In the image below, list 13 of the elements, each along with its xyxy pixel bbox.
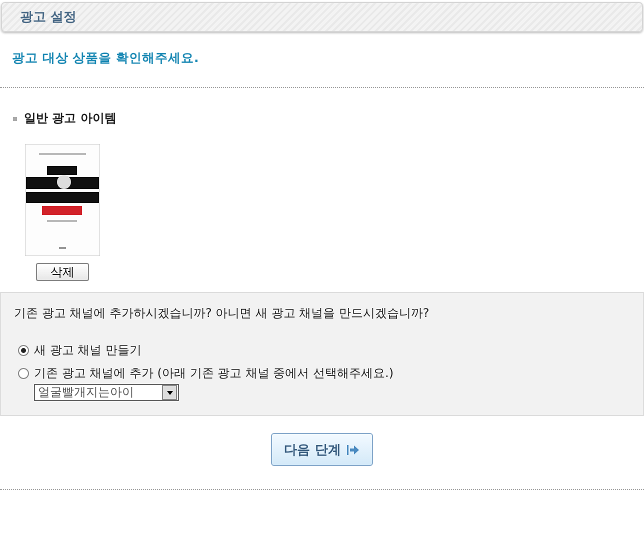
next-step-button[interactable]: 다음 단계: [270, 433, 372, 466]
bullet-icon: [13, 116, 17, 120]
option-label: 새 광고 채널 만들기: [34, 342, 142, 359]
question-text: 기존 광고 채널에 추가하시겠습니까? 아니면 새 광고 채널을 만드시겠습니까?: [14, 305, 430, 322]
delete-button[interactable]: 삭제: [36, 263, 89, 281]
arrow-icon: [346, 444, 359, 456]
option-label: 기존 광고 채널에 추가 (아래 기존 광고 채널 중에서 선택해주세요.): [34, 365, 394, 382]
page-title: 광고 설정: [20, 9, 77, 26]
channel-dropdown[interactable]: 얼굴빨개지는아이: [34, 384, 179, 401]
radio-button[interactable]: [18, 368, 29, 379]
section-title: 일반 광고 아이템: [24, 110, 116, 127]
instruction-text: 광고 대상 상품을 확인해주세요.: [12, 50, 200, 67]
radio-button[interactable]: [18, 345, 29, 356]
